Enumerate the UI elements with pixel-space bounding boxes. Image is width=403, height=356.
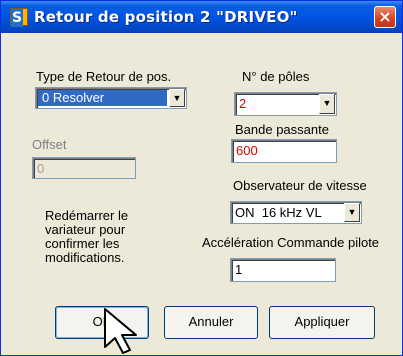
apply-button[interactable]: Appliquer: [269, 306, 375, 339]
window-title: Retour de position 2 "DRIVEO": [34, 8, 298, 26]
acceleration-label: Accélération Commande pilote: [202, 235, 380, 250]
restart-note-line: Redémarrer le: [45, 208, 129, 223]
restart-note-line: variateur pour: [45, 222, 126, 237]
poles-value: 2: [239, 96, 247, 111]
restart-note-line: confirmer les: [45, 236, 120, 251]
restart-note: Redémarrer le variateur pour confirmer l…: [45, 209, 128, 265]
dialog-window: S Retour de position 2 "DRIVEO" × Type d…: [0, 0, 403, 356]
offset-input: 0: [32, 157, 136, 179]
offset-value: 0: [37, 161, 45, 176]
bandwidth-value: 600: [236, 143, 258, 158]
chevron-down-icon[interactable]: ▼: [319, 94, 335, 114]
chevron-down-icon[interactable]: ▼: [344, 203, 360, 222]
close-button[interactable]: ×: [374, 6, 396, 28]
mouse-pointer-icon: [104, 308, 137, 354]
acceleration-input[interactable]: 1: [230, 258, 336, 282]
observer-label: Observateur de vitesse: [233, 178, 367, 193]
bandwidth-label: Bande passante: [235, 122, 329, 137]
cancel-button[interactable]: Annuler: [164, 306, 258, 339]
app-s-icon: S: [10, 8, 28, 27]
feedback-type-label: Type de Retour de pos.: [36, 69, 172, 84]
feedback-type-value: 0 Resolver: [38, 90, 167, 106]
offset-label: Offset: [32, 137, 67, 152]
poles-label: N° de pôles: [242, 69, 310, 84]
feedback-type-select[interactable]: 0 Resolver ▼: [35, 87, 187, 109]
title-bar[interactable]: S Retour de position 2 "DRIVEO" ×: [1, 1, 402, 33]
chevron-down-icon[interactable]: ▼: [169, 89, 185, 107]
observer-select[interactable]: ON 16 kHz VL ▼: [230, 201, 362, 224]
observer-value: ON 16 kHz VL: [235, 205, 322, 220]
poles-select[interactable]: 2 ▼: [234, 92, 337, 116]
acceleration-value: 1: [235, 262, 243, 277]
restart-note-line: modifications.: [45, 250, 125, 265]
bandwidth-input[interactable]: 600: [231, 139, 337, 163]
